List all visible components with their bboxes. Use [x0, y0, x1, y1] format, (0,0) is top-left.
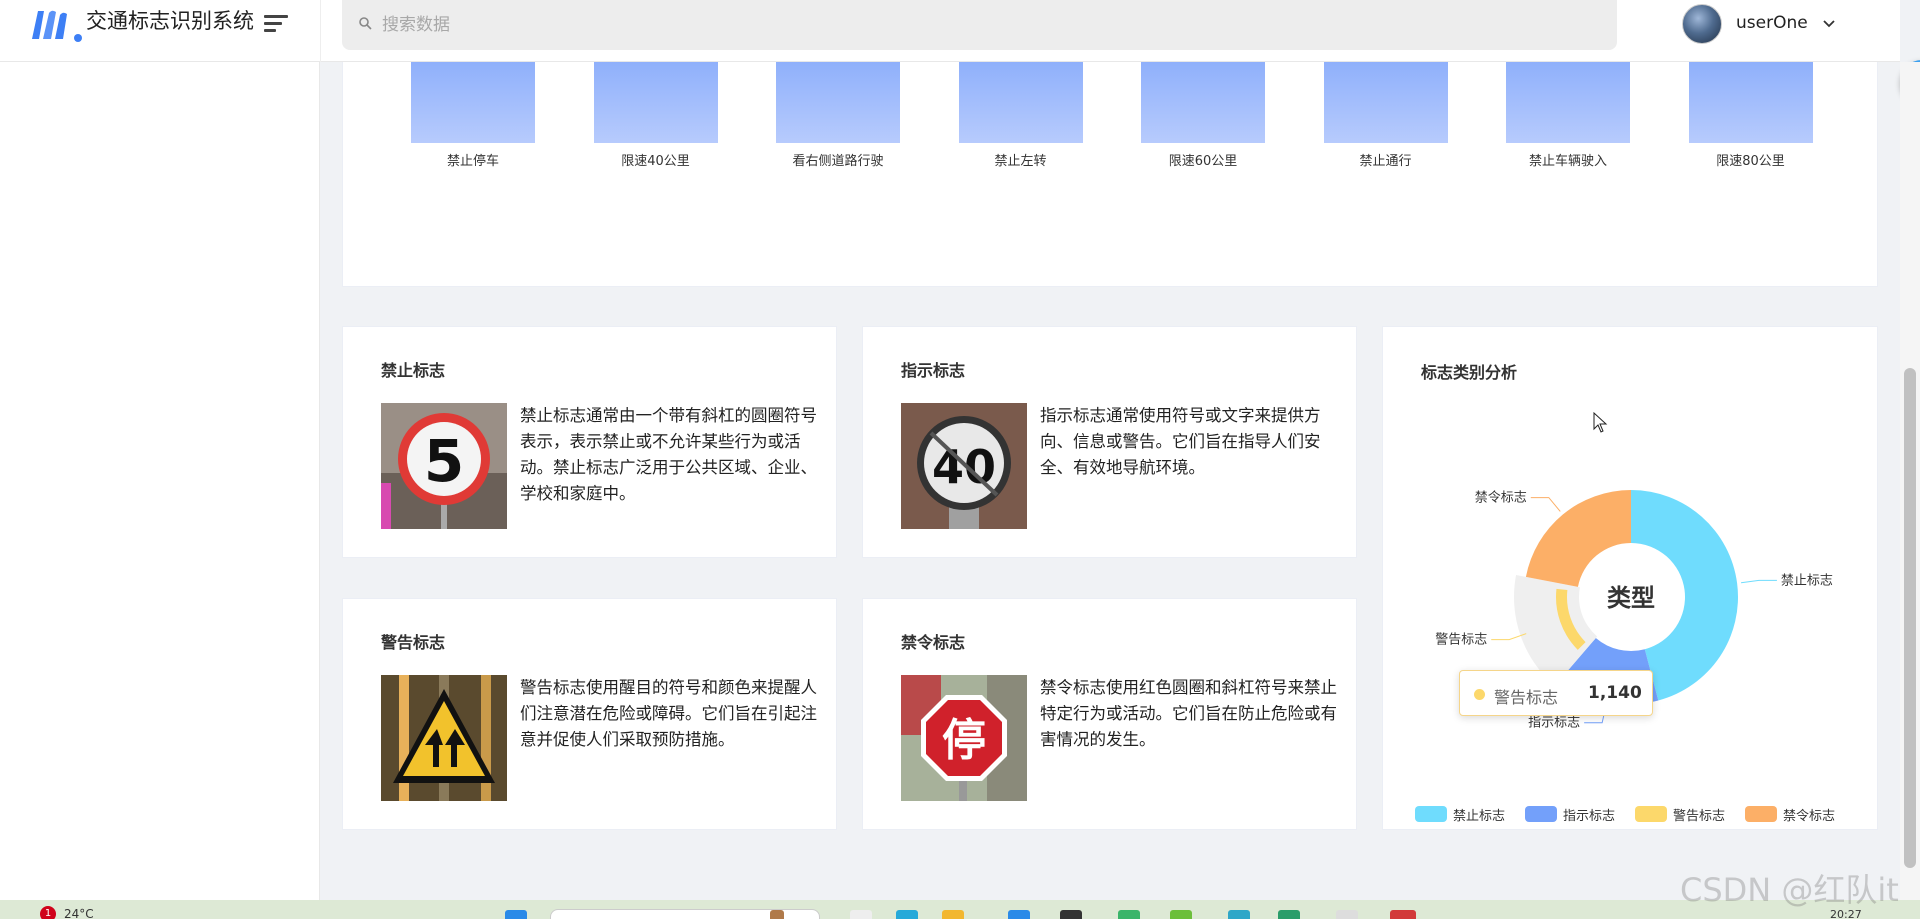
slice-leader-line: [1741, 579, 1777, 584]
bar-mark: [1323, 62, 1448, 143]
info-card-indication: 指示标志 40 指示标志通常使用符号或文字来提供方向、信息或警告。它们旨在指导人…: [862, 326, 1357, 558]
bar-mark: [1688, 62, 1813, 143]
username: userOne: [1736, 13, 1808, 33]
taskbar-app-icon[interactable]: [1008, 910, 1030, 919]
tooltip-color-dot: [1474, 689, 1485, 700]
bar-category-label: 限速40公里: [621, 154, 690, 169]
bar-category-label: 看右侧道路行驶: [792, 154, 884, 169]
slice-label: 禁止标志: [1781, 573, 1833, 588]
sign-category-pie-card: 标志类别分析 禁止标志 指示标志 警告标志 禁令标志 类型 警告标志 1,140 禁止标…: [1382, 326, 1878, 830]
bar-category-label: 限速80公里: [1716, 154, 1785, 169]
card-description: 禁令标志使用红色圆圈和斜杠符号来禁止特定行为或活动。它们旨在防止危险或有害情况的…: [1040, 678, 1337, 749]
scrollbar-thumb[interactable]: [1904, 368, 1916, 868]
user-menu[interactable]: userOne: [1682, 4, 1842, 46]
bar-category-label: 禁止左转: [994, 154, 1047, 169]
taskbar-app-icon[interactable]: [1278, 910, 1300, 919]
bar-mark: [1141, 62, 1265, 143]
slice-leader-line: [1530, 497, 1561, 512]
card-title: 禁止标志: [381, 361, 446, 380]
slice-label: 禁令标志: [1475, 491, 1527, 506]
tooltip-name: 警告标志: [1494, 688, 1559, 707]
legend-swatch: [1745, 806, 1777, 822]
pie-center-label: 类型: [1607, 584, 1655, 612]
sidebar: [0, 62, 320, 900]
bar-mark: [958, 62, 1083, 143]
legend-swatch: [1635, 806, 1667, 822]
card-title: 指示标志: [901, 361, 966, 380]
info-card-warning: 警告标志 警告标志使用醒目的符号和颜色来提醒人们注意潜在危险或障碍。它们旨在引起…: [342, 598, 837, 830]
info-card-prohibition: 禁止标志 5 禁止标志通常由一个带有斜杠的圆圈符号表示，表示禁止或不允许某些行为…: [342, 326, 837, 558]
windows-start-icon[interactable]: [505, 910, 527, 919]
tooltip-value: 1,140: [1588, 683, 1642, 703]
taskbar-app-icon[interactable]: [1170, 910, 1192, 919]
pie-slice[interactable]: [1525, 490, 1631, 587]
search-bar: [342, 0, 1617, 50]
chart-legend: 禁止标志 指示标志 警告标志 禁令标志: [1415, 803, 1875, 824]
warning-triangle-sign-image: [381, 675, 507, 801]
menu-toggle-icon[interactable]: [264, 12, 290, 34]
card-title: 警告标志: [381, 633, 446, 652]
bar-mark: [1506, 62, 1630, 143]
bar-category-label: 禁止车辆驶入: [1528, 154, 1607, 169]
notification-badge: 1: [40, 906, 56, 919]
legend-label: 禁令标志: [1783, 809, 1836, 824]
watermark-text: CSDN @红队it: [1680, 871, 1899, 909]
bar-category-label: 限速60公里: [1168, 154, 1238, 169]
bar-mark: [776, 62, 900, 143]
svg-text:5: 5: [424, 427, 464, 495]
app-title: 交通标志识别系统: [86, 9, 254, 33]
page-scrollbar[interactable]: [1900, 62, 1920, 900]
speed-40-sign-image: 40: [901, 403, 1027, 529]
taskbar-app-icon[interactable]: [1060, 910, 1082, 919]
top-header: 交通标志识别系统 userOne: [0, 0, 1900, 62]
taskbar-app-icon[interactable]: [896, 910, 918, 919]
search-icon: [359, 17, 372, 30]
header-divider: [320, 0, 321, 62]
legend-swatch: [1415, 806, 1447, 822]
card-title: 禁令标志: [901, 633, 966, 652]
search-input[interactable]: [382, 10, 1582, 40]
os-taskbar: 1 24°C 20:27: [0, 900, 1920, 919]
taskbar-app-icon[interactable]: [1336, 910, 1358, 919]
card-description: 指示标志通常使用符号或文字来提供方向、信息或警告。它们旨在指导人们安全、有效地导…: [1040, 406, 1321, 477]
taskbar-app-icon[interactable]: [942, 910, 964, 919]
card-description: 警告标志使用醒目的符号和颜色来提醒人们注意潜在危险或障碍。它们旨在引起注意并促使…: [520, 678, 817, 749]
legend-swatch: [1525, 806, 1557, 822]
chart-tooltip: 警告标志 1,140: [1459, 670, 1653, 716]
pie-chart: 禁止标志指示标志 警告标志 禁令标志类型: [1435, 490, 1833, 731]
chevron-down-icon: [1823, 20, 1835, 28]
mouse-cursor-icon: [1593, 412, 1608, 433]
bar-category-label: 禁止通行: [1359, 154, 1412, 169]
taskbar-app-icon[interactable]: [1390, 910, 1416, 919]
card-description: 禁止标志通常由一个带有斜杠的圆圈符号表示，表示禁止或不允许某些行为或活动。禁止标…: [520, 406, 817, 503]
stop-octagon-sign-image: 停: [901, 675, 1027, 801]
info-card-restriction: 禁令标志 停 禁令标志使用红色圆圈和斜杠符号来禁止特定行为或活动。它们旨在防止危…: [862, 598, 1357, 830]
weather-temperature: 24°C: [64, 907, 94, 919]
category-bar-chart: 禁止停车 限速40公里 看右侧道路行驶 禁止左转 限速60公里 禁止通行 禁止车辆驶入 限速8…: [342, 62, 1878, 287]
slice-label: 警告标志: [1435, 632, 1487, 648]
taskbar-app-icon[interactable]: [1228, 910, 1250, 919]
taskbar-app-icon[interactable]: [850, 910, 872, 919]
bar-mark: [593, 62, 718, 143]
slice-label: 指示标志: [1528, 716, 1580, 731]
svg-text:停: 停: [942, 715, 986, 766]
avatar: [1682, 4, 1722, 44]
taskbar-app-icon[interactable]: [770, 910, 784, 919]
speed-5-sign-image: 5: [381, 403, 507, 529]
bar-category-label: 禁止停车: [446, 154, 499, 169]
app-logo: [32, 10, 82, 42]
legend-label: 指示标志: [1563, 809, 1616, 824]
legend-label: 禁止标志: [1453, 809, 1506, 824]
taskbar-app-icon[interactable]: [1118, 910, 1140, 919]
bar-mark: [411, 62, 535, 143]
legend-label: 警告标志: [1673, 809, 1726, 824]
